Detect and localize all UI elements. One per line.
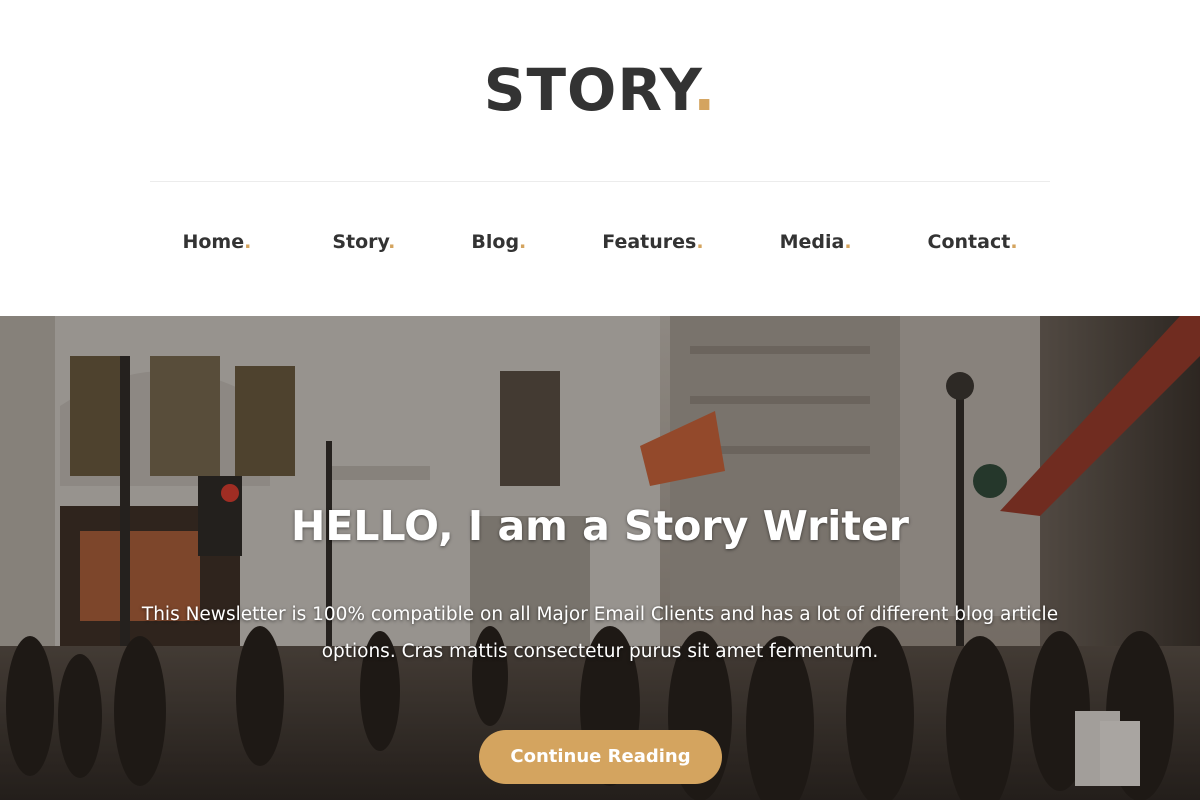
nav-item-dot: .	[519, 231, 527, 253]
hero-section: HELLO, I am a Story Writer This Newslett…	[0, 316, 1200, 800]
hero-overlay	[0, 316, 1200, 800]
nav-item-label: Media	[779, 231, 845, 253]
nav-item-label: Blog	[471, 231, 520, 253]
hero-description: This Newsletter is 100% compatible on al…	[141, 604, 1059, 662]
nav-item-contact[interactable]: Contact.	[928, 225, 1018, 259]
header-divider	[150, 181, 1050, 182]
continue-reading-button[interactable]: Continue Reading	[479, 730, 722, 784]
main-nav: Home. Story. Blog. Features. Media. Cont…	[0, 225, 1200, 259]
nav-item-label: Home	[182, 231, 245, 253]
nav-item-dot: .	[696, 231, 704, 253]
nav-item-features[interactable]: Features.	[602, 225, 703, 259]
nav-item-media[interactable]: Media.	[780, 225, 852, 259]
logo-dot: .	[693, 56, 717, 124]
nav-item-label: Contact	[927, 231, 1011, 253]
nav-item-label: Features	[602, 231, 697, 253]
nav-item-dot: .	[388, 231, 396, 253]
nav-item-dot: .	[244, 231, 252, 253]
nav-item-label: Story	[332, 231, 389, 253]
nav-item-story[interactable]: Story.	[332, 225, 395, 259]
nav-item-dot: .	[844, 231, 852, 253]
nav-item-dot: .	[1010, 231, 1018, 253]
logo-text: STORY	[483, 56, 694, 124]
logo[interactable]: STORY.	[0, 55, 1200, 125]
site-header: STORY. Home. Story. Blog. Features. Medi…	[0, 0, 1200, 316]
hero-title: HELLO, I am a Story Writer	[291, 502, 909, 550]
nav-item-blog[interactable]: Blog.	[471, 225, 526, 259]
nav-item-home[interactable]: Home.	[182, 225, 251, 259]
